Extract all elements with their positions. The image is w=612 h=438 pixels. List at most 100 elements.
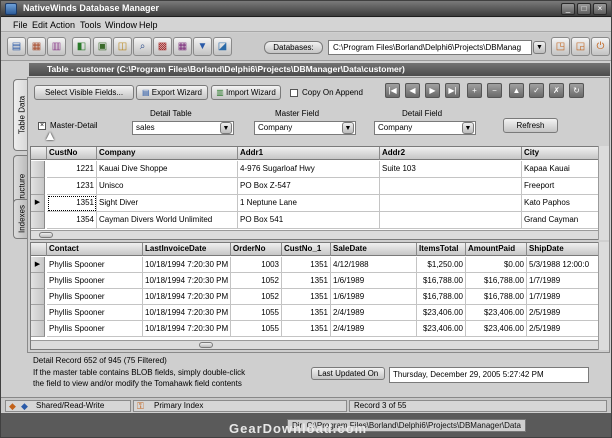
scrollbar-thumb[interactable]	[39, 232, 53, 238]
detail-field-combo[interactable]: Company	[374, 121, 476, 135]
close-button[interactable]: ×	[593, 3, 607, 15]
menu-tools[interactable]: Tools	[80, 20, 101, 30]
refresh-data-icon[interactable]: ↻	[569, 83, 584, 98]
export-wizard-button[interactable]: ▤ Export Wizard	[136, 85, 208, 100]
table-cell[interactable]: Kapaa Kauai	[522, 161, 599, 178]
table-cell[interactable]	[380, 178, 522, 195]
scrollbar-thumb[interactable]	[199, 342, 213, 348]
table-cell[interactable]: $0.00	[466, 257, 527, 273]
chevron-down-icon[interactable]: ▼	[533, 41, 546, 54]
edit-record-icon[interactable]: ▲	[509, 83, 524, 98]
last-record-icon[interactable]: ▶|	[445, 83, 460, 98]
menu-window[interactable]: Window	[105, 20, 137, 30]
chevron-down-icon[interactable]: ▼	[342, 122, 354, 134]
search-icon[interactable]: ⌕	[133, 37, 152, 56]
table-cell[interactable]: Phyllis Spooner	[47, 321, 143, 337]
table-cell[interactable]: 1/7/1989	[527, 289, 599, 305]
chart-icon[interactable]: ◪	[213, 37, 232, 56]
column-header[interactable]: Addr1	[238, 147, 380, 160]
row-indicator[interactable]	[31, 289, 45, 305]
table-cell[interactable]	[380, 195, 522, 212]
tab-indexes[interactable]: Indexes	[13, 199, 27, 239]
table-cell[interactable]: $23,406.00	[466, 305, 527, 321]
exit-icon[interactable]: ⏻	[591, 37, 610, 56]
database-path-combo[interactable]: C:\Program Files\Borland\Delphi6\Project…	[328, 40, 532, 55]
row-indicator[interactable]	[31, 321, 45, 337]
current-row-indicator[interactable]: ▶	[31, 257, 45, 273]
table-cell[interactable]: Freeport	[522, 178, 599, 195]
column-header[interactable]: CustNo_1	[282, 243, 331, 256]
table-cell[interactable]: 1052	[231, 289, 282, 305]
calendar-icon[interactable]: ▩	[153, 37, 172, 56]
column-header[interactable]: ShipDate	[527, 243, 599, 256]
batch-icon[interactable]: ▦	[173, 37, 192, 56]
detail-vertical-scrollbar[interactable]	[598, 242, 609, 350]
table-cell[interactable]: 1003	[231, 257, 282, 273]
table-cell[interactable]: Unisco	[97, 178, 238, 195]
table-cell[interactable]: Kato Paphos	[522, 195, 599, 212]
databases-label[interactable]: Databases:	[264, 41, 323, 54]
table-cell[interactable]: Sight Diver	[97, 195, 238, 212]
table-cell[interactable]: Phyllis Spooner	[47, 273, 143, 289]
table-cell[interactable]: 1055	[231, 305, 282, 321]
select-visible-fields-button[interactable]: Select Visible Fields...	[34, 85, 134, 100]
current-row-indicator[interactable]: ▶	[31, 195, 45, 212]
table-cell[interactable]: PO Box 541	[238, 212, 380, 229]
table-cell[interactable]: Phyllis Spooner	[47, 289, 143, 305]
table-cell[interactable]: 1/7/1989	[527, 273, 599, 289]
master-vertical-scrollbar[interactable]	[598, 146, 609, 240]
table-cell[interactable]: 1231	[47, 178, 97, 195]
column-header[interactable]: Contact	[47, 243, 143, 256]
first-record-icon[interactable]: |◀	[385, 83, 400, 98]
table-cell[interactable]	[380, 212, 522, 229]
title-bar[interactable]: NativeWinds Database Manager _ □ ×	[1, 1, 611, 17]
table-cell[interactable]: 1354	[47, 212, 97, 229]
table-cell[interactable]: Phyllis Spooner	[47, 305, 143, 321]
next-record-icon[interactable]: ▶	[425, 83, 440, 98]
table-cell[interactable]: 4-976 Sugarloaf Hwy	[238, 161, 380, 178]
table-cell[interactable]: 2/5/1989	[527, 305, 599, 321]
column-header[interactable]: SaleDate	[331, 243, 417, 256]
table-cell[interactable]: $1,250.00	[417, 257, 466, 273]
table-cell[interactable]: 1351	[282, 289, 331, 305]
table-cell[interactable]: PO Box Z-547	[238, 178, 380, 195]
table-cell[interactable]: 1/6/1989	[331, 289, 417, 305]
table-cell[interactable]: $16,788.00	[417, 273, 466, 289]
master-horizontal-scrollbar[interactable]	[31, 230, 599, 239]
image-icon[interactable]: ▣	[93, 37, 112, 56]
folder-icon[interactable]: ◫	[113, 37, 132, 56]
master-field-combo[interactable]: Company	[254, 121, 356, 135]
column-header[interactable]: AmountPaid	[466, 243, 527, 256]
window-cascade-icon[interactable]: ◲	[571, 37, 590, 56]
menu-file[interactable]: File	[13, 20, 28, 30]
chevron-down-icon[interactable]: ▼	[220, 122, 232, 134]
master-detail-checkbox[interactable]: ×	[38, 122, 46, 130]
column-header[interactable]: CustNo	[47, 147, 97, 160]
table-cell[interactable]: 10/18/1994 7:20:30 PM	[143, 257, 231, 273]
column-header[interactable]: Addr2	[380, 147, 522, 160]
table-cell[interactable]: 1055	[231, 321, 282, 337]
open-database-icon[interactable]: ▤	[7, 37, 26, 56]
insert-record-icon[interactable]: +	[467, 83, 482, 98]
detail-horizontal-scrollbar[interactable]	[31, 340, 599, 349]
table-cell[interactable]: 5/3/1988 12:00:0	[527, 257, 599, 273]
table-cell[interactable]: 10/18/1994 7:20:30 PM	[143, 321, 231, 337]
table-cell[interactable]: Cayman Divers World Unlimited	[97, 212, 238, 229]
row-indicator[interactable]	[31, 161, 45, 178]
column-header[interactable]: OrderNo	[231, 243, 282, 256]
column-header[interactable]: LastInvoiceDate	[143, 243, 231, 256]
menu-action[interactable]: Action	[50, 20, 75, 30]
table-grid-icon[interactable]: ▥	[47, 37, 66, 56]
window-tile-icon[interactable]: ◳	[551, 37, 570, 56]
filter-icon[interactable]: ▼	[193, 37, 212, 56]
table-cell[interactable]: 2/5/1989	[527, 321, 599, 337]
table-cell[interactable]: Grand Cayman	[522, 212, 599, 229]
row-indicator[interactable]	[31, 273, 45, 289]
minimize-button[interactable]: _	[561, 3, 575, 15]
last-updated-button[interactable]: Last Updated On	[311, 367, 385, 380]
prior-record-icon[interactable]: ◀	[405, 83, 420, 98]
table-cell[interactable]: 1 Neptune Lane	[238, 195, 380, 212]
table-cell[interactable]: Suite 103	[380, 161, 522, 178]
table-cell[interactable]: $16,788.00	[466, 289, 527, 305]
table-cell[interactable]: $23,406.00	[417, 321, 466, 337]
